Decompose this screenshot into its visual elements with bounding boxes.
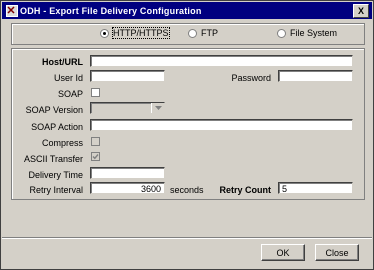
user-id-input[interactable] [90, 70, 165, 82]
radio-button-icon[interactable] [277, 28, 286, 38]
soap-action-label: SOAP Action [31, 122, 83, 132]
soap-label: SOAP [57, 89, 83, 99]
radio-http-https-label: HTTP/HTTPS [112, 27, 170, 39]
soap-action-input[interactable] [90, 119, 353, 131]
ok-button[interactable]: OK [261, 244, 305, 261]
checkmark-icon [92, 154, 99, 160]
ascii-transfer-label: ASCII Transfer [23, 154, 83, 164]
radio-file-system-label: File System [290, 28, 338, 38]
retry-interval-unit: seconds [170, 185, 204, 195]
compress-checkbox[interactable] [91, 137, 100, 146]
soap-version-select[interactable] [90, 102, 165, 114]
radio-file-system[interactable]: File System [277, 27, 337, 39]
ascii-transfer-checkbox[interactable] [91, 152, 100, 161]
chevron-down-icon[interactable] [151, 103, 164, 113]
dialog-window: ODH - Export File Delivery Configuration… [0, 0, 374, 270]
retry-interval-label: Retry Interval [29, 185, 83, 195]
radio-ftp[interactable]: FTP [188, 27, 218, 39]
radio-button-icon[interactable] [188, 28, 197, 38]
app-icon [6, 5, 18, 17]
compress-label: Compress [41, 138, 83, 148]
delivery-time-label: Delivery Time [28, 170, 83, 180]
host-url-input[interactable] [90, 55, 353, 67]
delivery-time-input[interactable] [90, 167, 165, 179]
user-id-label: User Id [53, 73, 83, 83]
radio-button-icon[interactable] [100, 28, 109, 38]
retry-count-label: Retry Count [219, 185, 272, 195]
retry-interval-input[interactable]: 3600 [90, 182, 165, 194]
radio-http-https[interactable]: HTTP/HTTPS [100, 27, 170, 39]
retry-count-input[interactable]: 5 [278, 182, 353, 194]
radio-ftp-label: FTP [201, 28, 218, 38]
host-url-label: Host/URL [42, 57, 83, 67]
close-button[interactable]: Close [315, 244, 359, 261]
soap-checkbox[interactable] [91, 88, 100, 97]
password-label: Password [231, 73, 271, 83]
close-window-button[interactable]: X [353, 4, 369, 18]
footer-separator [2, 237, 372, 239]
window-title: ODH - Export File Delivery Configuration [20, 6, 202, 16]
password-input[interactable] [278, 70, 353, 82]
soap-version-label: SOAP Version [25, 105, 83, 115]
title-bar: ODH - Export File Delivery Configuration… [2, 2, 372, 19]
